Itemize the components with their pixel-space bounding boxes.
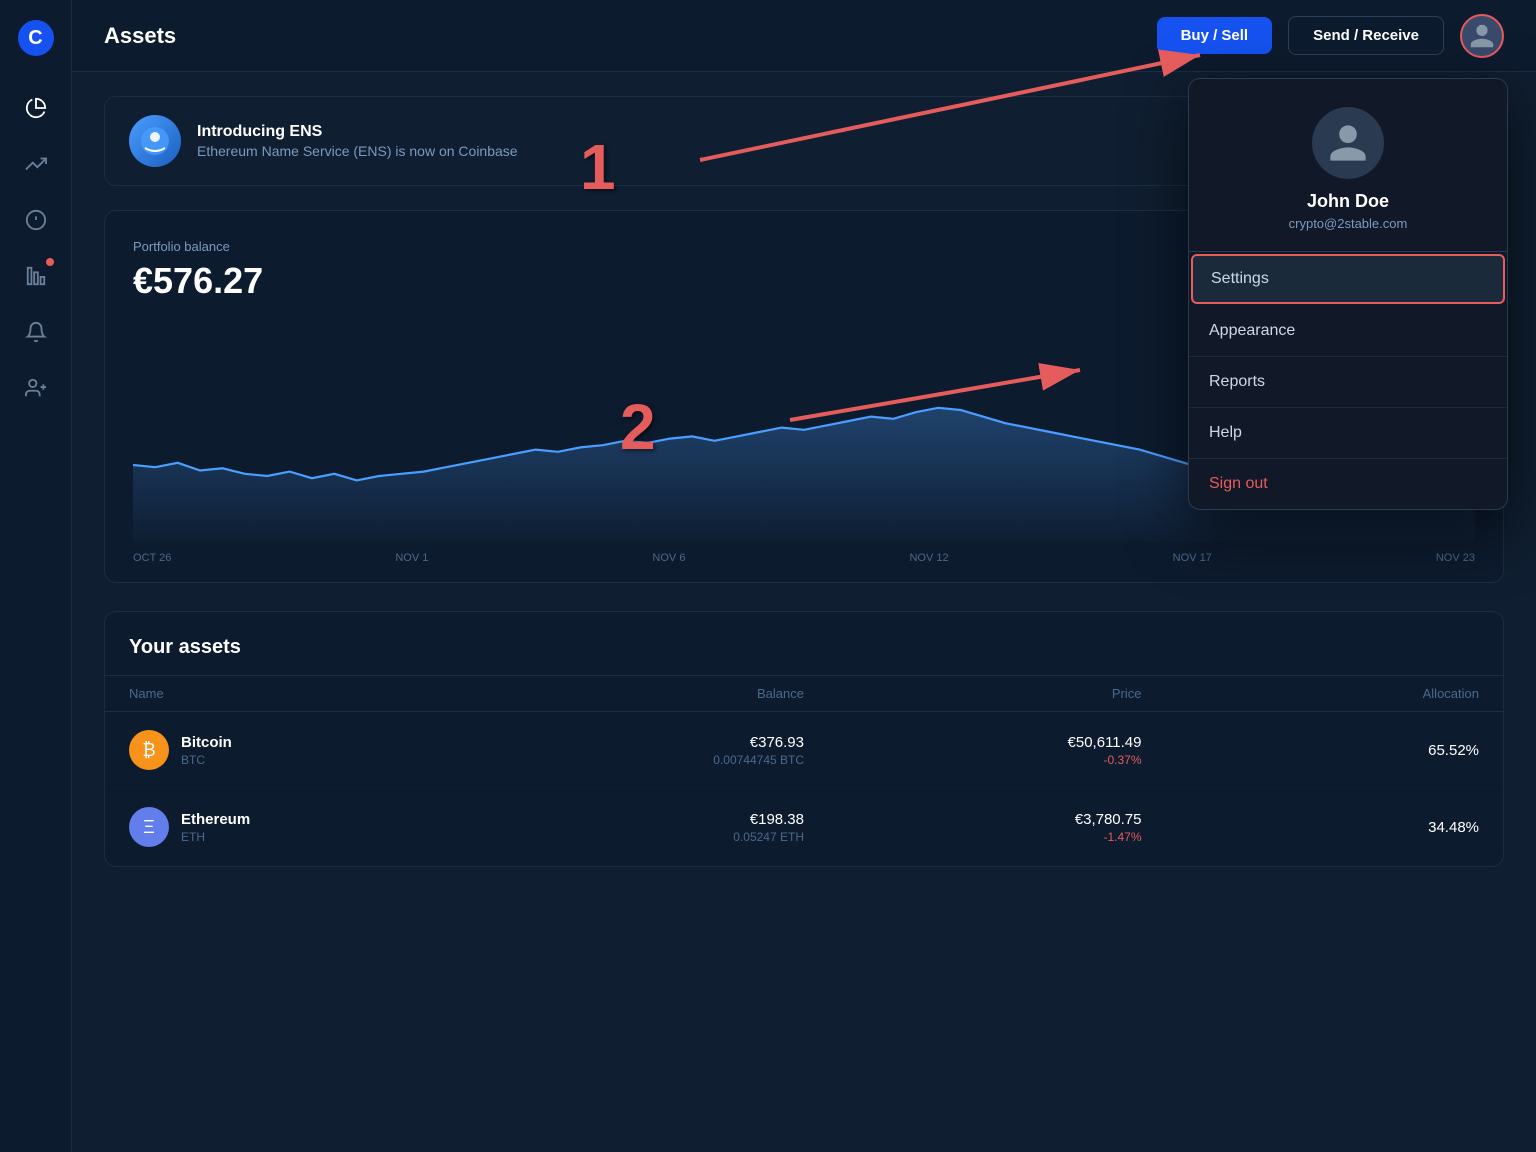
user-plus-icon bbox=[25, 377, 47, 399]
btc-price-change: -0.37% bbox=[804, 753, 1142, 767]
sidebar-item-portfolio[interactable] bbox=[12, 84, 60, 132]
banner-title: Introducing ENS bbox=[197, 123, 518, 141]
coinbase-logo-icon: C bbox=[18, 20, 54, 56]
table-row[interactable]: Ξ Ethereum ETH €198.38 0.05247 ETH €3,78… bbox=[105, 789, 1503, 866]
btc-ticker: BTC bbox=[181, 753, 232, 767]
dropdown-user-name: John Doe bbox=[1209, 191, 1487, 212]
table-row[interactable]: ₿ Bitcoin BTC €376.93 0.00744745 BTC €50… bbox=[105, 712, 1503, 789]
chart-date-2: NOV 1 bbox=[395, 552, 428, 564]
asset-info-btc: ₿ Bitcoin BTC bbox=[129, 730, 467, 770]
sidebar: C bbox=[0, 0, 72, 1152]
col-allocation: Allocation bbox=[1142, 686, 1480, 701]
eth-price: €3,780.75 bbox=[804, 811, 1142, 828]
dropdown-user-email: crypto@2stable.com bbox=[1209, 216, 1487, 231]
btc-balance: €376.93 bbox=[467, 734, 805, 751]
eth-balance-sub: 0.05247 ETH bbox=[467, 830, 805, 844]
chart-date-4: NOV 12 bbox=[909, 552, 948, 564]
asset-info-eth: Ξ Ethereum ETH bbox=[129, 807, 467, 847]
dropdown-item-reports[interactable]: Reports bbox=[1189, 357, 1507, 408]
user-avatar-button[interactable] bbox=[1460, 14, 1504, 58]
chart-dates: OCT 26 NOV 1 NOV 6 NOV 12 NOV 17 NOV 23 bbox=[133, 542, 1475, 582]
btc-price-cell: €50,611.49 -0.37% bbox=[804, 734, 1142, 767]
eth-balance: €198.38 bbox=[467, 811, 805, 828]
sidebar-item-notifications[interactable] bbox=[12, 308, 60, 356]
avatar-icon bbox=[1468, 22, 1496, 50]
btc-details: Bitcoin BTC bbox=[181, 734, 232, 767]
dropdown-profile: John Doe crypto@2stable.com bbox=[1189, 79, 1507, 252]
dropdown-avatar-icon bbox=[1326, 121, 1370, 165]
eth-details: Ethereum ETH bbox=[181, 811, 250, 844]
page-title: Assets bbox=[104, 23, 1141, 49]
user-dropdown-menu: John Doe crypto@2stable.com Settings App… bbox=[1188, 78, 1508, 510]
ens-banner-icon bbox=[129, 115, 181, 167]
chart-date-1: OCT 26 bbox=[133, 552, 171, 564]
eth-name: Ethereum bbox=[181, 811, 250, 828]
eth-balance-cell: €198.38 0.05247 ETH bbox=[467, 811, 805, 844]
table-header: Name Balance Price Allocation bbox=[105, 675, 1503, 712]
send-receive-button[interactable]: Send / Receive bbox=[1288, 16, 1444, 55]
chart-date-5: NOV 17 bbox=[1173, 552, 1212, 564]
logo[interactable]: C bbox=[14, 16, 58, 60]
bar-chart-icon bbox=[25, 265, 47, 287]
btc-price: €50,611.49 bbox=[804, 734, 1142, 751]
btc-icon: ₿ bbox=[129, 730, 169, 770]
sidebar-item-assets[interactable] bbox=[12, 252, 60, 300]
trade-icon bbox=[25, 209, 47, 231]
dropdown-avatar bbox=[1312, 107, 1384, 179]
eth-icon: Ξ bbox=[129, 807, 169, 847]
ens-logo-icon bbox=[140, 126, 170, 156]
eth-price-cell: €3,780.75 -1.47% bbox=[804, 811, 1142, 844]
eth-price-change: -1.47% bbox=[804, 830, 1142, 844]
col-balance: Balance bbox=[467, 686, 805, 701]
btc-balance-cell: €376.93 0.00744745 BTC bbox=[467, 734, 805, 767]
btc-name: Bitcoin bbox=[181, 734, 232, 751]
dropdown-item-signout[interactable]: Sign out bbox=[1189, 459, 1507, 509]
banner-subtitle: Ethereum Name Service (ENS) is now on Co… bbox=[197, 143, 518, 159]
trending-up-icon bbox=[25, 153, 47, 175]
banner-text: Introducing ENS Ethereum Name Service (E… bbox=[197, 123, 518, 159]
header: Assets Buy / Sell Send / Receive bbox=[72, 0, 1536, 72]
eth-allocation: 34.48% bbox=[1142, 819, 1480, 836]
buy-sell-button[interactable]: Buy / Sell bbox=[1157, 17, 1273, 54]
assets-badge bbox=[46, 258, 54, 266]
assets-title: Your assets bbox=[105, 612, 1503, 675]
btc-balance-sub: 0.00744745 BTC bbox=[467, 753, 805, 767]
chart-date-3: NOV 6 bbox=[652, 552, 685, 564]
dropdown-item-settings[interactable]: Settings bbox=[1191, 254, 1505, 304]
dropdown-item-appearance[interactable]: Appearance bbox=[1189, 306, 1507, 357]
col-name: Name bbox=[129, 686, 467, 701]
col-price: Price bbox=[804, 686, 1142, 701]
pie-chart-icon bbox=[25, 97, 47, 119]
sidebar-item-referrals[interactable] bbox=[12, 364, 60, 412]
eth-ticker: ETH bbox=[181, 830, 250, 844]
assets-section: Your assets Name Balance Price Allocatio… bbox=[104, 611, 1504, 867]
btc-allocation: 65.52% bbox=[1142, 742, 1480, 759]
sidebar-item-trade[interactable] bbox=[12, 196, 60, 244]
sidebar-item-markets[interactable] bbox=[12, 140, 60, 188]
bell-icon bbox=[25, 321, 47, 343]
dropdown-item-help[interactable]: Help bbox=[1189, 408, 1507, 459]
chart-date-6: NOV 23 bbox=[1436, 552, 1475, 564]
